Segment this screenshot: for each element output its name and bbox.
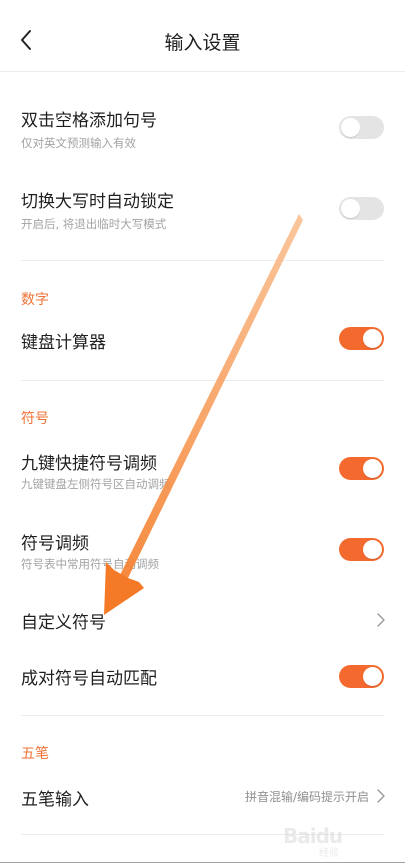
section-divider [21,834,384,835]
chevron-right-icon [377,789,385,803]
nine-key-symbol-toggle[interactable] [339,457,384,480]
setting-row-wubi-input[interactable]: 五笔输入 拼音混输/编码提示开启 [0,772,405,820]
setting-title: 自定义符号 [21,613,106,633]
setting-subtitle: 九键键盘左侧符号区自动调频 [21,477,171,491]
setting-subtitle: 开启后, 将退出临时大写模式 [21,217,167,231]
setting-title: 五笔输入 [21,790,89,810]
setting-row-keyboard-calculator[interactable]: 键盘计算器 [0,315,405,363]
toggle-knob [363,667,382,686]
setting-title: 键盘计算器 [21,333,106,353]
setting-title: 双击空格添加句号 [21,111,157,131]
settings-screen: 输入设置 双击空格添加句号 仅对英文预测输入有效 切换大写时自动锁定 开启后, … [0,0,405,867]
page-title: 输入设置 [164,32,241,54]
pair-match-toggle[interactable] [339,665,384,688]
setting-subtitle: 符号表中常用符号自动调频 [21,557,159,571]
bottom-divider [0,862,405,863]
setting-row-double-space[interactable]: 双击空格添加句号 仅对英文预测输入有效 [0,96,405,162]
chevron-right-icon [377,613,385,627]
keyboard-calculator-toggle[interactable] [339,327,384,350]
header-divider [0,71,405,72]
setting-title: 九键快捷符号调频 [21,454,157,474]
setting-row-pair-match[interactable]: 成对符号自动匹配 [0,652,405,700]
setting-title: 符号调频 [21,534,89,554]
setting-title: 切换大写时自动锁定 [21,192,174,212]
section-divider [21,380,384,381]
status-bar-remnant [0,0,405,10]
section-divider [21,260,384,261]
setting-row-custom-symbol[interactable]: 自定义符号 [0,596,405,644]
chevron-left-icon [21,30,31,50]
toggle-knob [341,118,360,137]
section-label-wubi: 五笔 [21,746,49,762]
setting-row-nine-key-symbol[interactable]: 九键快捷符号调频 九键键盘左侧符号区自动调频 [0,440,405,504]
bottom-edge [0,850,405,867]
back-button[interactable] [6,20,46,60]
setting-row-symbol-frequency[interactable]: 符号调频 符号表中常用符号自动调频 [0,520,405,584]
setting-value: 拼音混输/编码提示开启 [244,790,369,804]
setting-title: 成对符号自动匹配 [21,669,157,689]
header: 输入设置 [0,10,405,72]
toggle-knob [363,540,382,559]
double-space-toggle[interactable] [339,116,384,139]
setting-subtitle: 仅对英文预测输入有效 [21,136,136,150]
section-label-digits: 数字 [21,292,49,308]
setting-row-caps-lock[interactable]: 切换大写时自动锁定 开启后, 将退出临时大写模式 [0,177,405,243]
section-divider [21,715,384,716]
toggle-knob [363,329,382,348]
section-label-symbols: 符号 [21,411,49,427]
watermark-text: Baidu [283,824,343,848]
symbol-frequency-toggle[interactable] [339,538,384,561]
caps-lock-toggle[interactable] [339,197,384,220]
toggle-knob [363,459,382,478]
toggle-knob [341,199,360,218]
